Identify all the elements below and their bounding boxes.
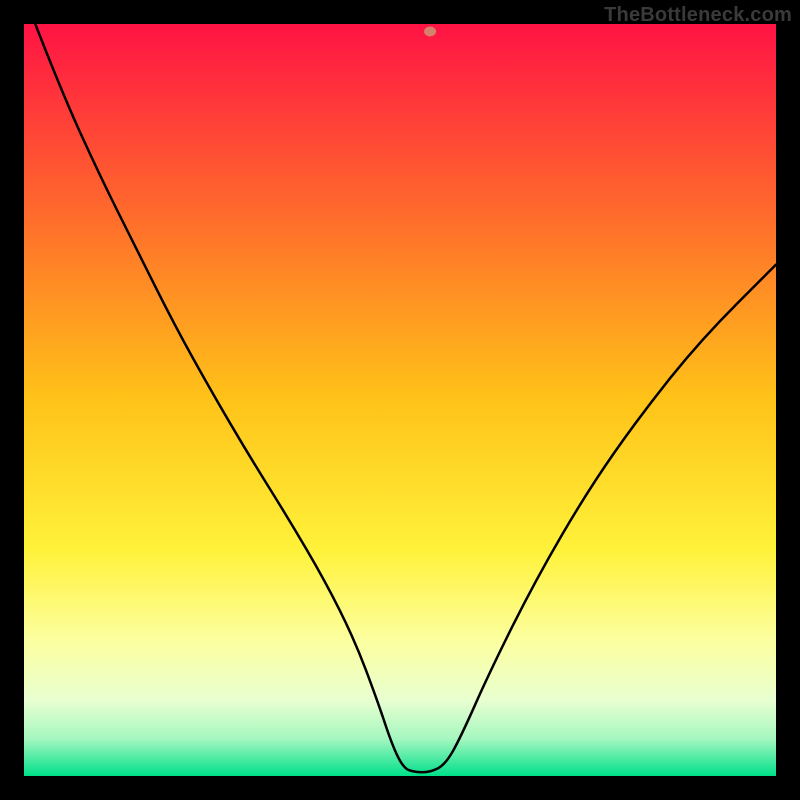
chart-container: TheBottleneck.com (0, 0, 800, 800)
bottleneck-chart (0, 0, 800, 800)
optimum-marker (424, 27, 436, 37)
watermark-text: TheBottleneck.com (604, 4, 792, 27)
plot-background (24, 24, 776, 776)
